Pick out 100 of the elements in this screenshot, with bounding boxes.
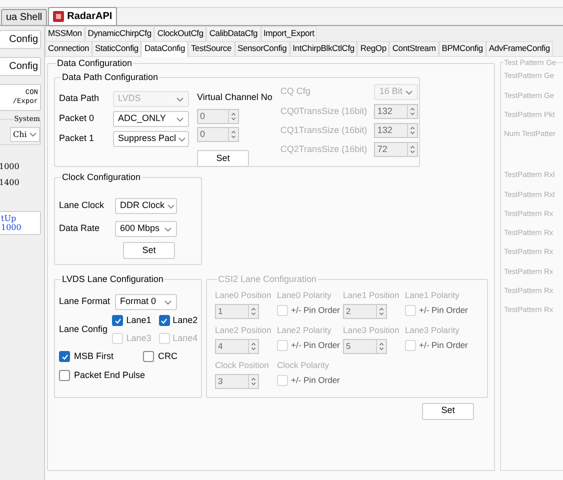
field-label: Lane Config [59, 322, 109, 336]
spin-box[interactable]: 0 [197, 127, 239, 142]
app-logo-icon [53, 11, 64, 22]
spin-arrows-icon [248, 305, 258, 318]
sidebar-button[interactable]: tUp 1000 [0, 211, 41, 235]
tab[interactable]: DynamicChirpCfg [84, 26, 154, 41]
field-label: CQ2TransSize (16bit) [280, 142, 368, 156]
field-label: Lane3 Polarity [405, 325, 460, 336]
tab[interactable]: Connection [45, 41, 92, 56]
checkbox[interactable] [59, 351, 70, 362]
group-title: Clock Configuration [61, 170, 142, 184]
chevron-down-icon [166, 204, 175, 208]
checkbox-label: Lane2 [172, 314, 198, 327]
document-tab[interactable]: RadarAPI [48, 7, 118, 25]
tab[interactable]: SensorConfig [234, 41, 290, 56]
chevron-down-icon [176, 96, 184, 102]
field-label: Packet 1 [59, 132, 96, 146]
dropdown[interactable]: Suppress Pacl [113, 131, 189, 147]
group-title: Data Configuration [56, 57, 134, 70]
spin-arrows-icon [228, 128, 238, 141]
spin-arrows-icon [248, 375, 258, 388]
field-label: Clock Position [215, 360, 270, 371]
checkbox-label: +/- Pin Order [419, 304, 468, 317]
tab[interactable]: StaticConfig [92, 41, 142, 56]
spin-arrows-icon [407, 105, 418, 118]
checkbox-label: +/- Pin Order [291, 374, 340, 387]
chevron-down-icon [178, 136, 186, 142]
field-label: CQ1TransSize (16bit) [280, 124, 368, 137]
dropdown[interactable]: DDR Clock [115, 198, 177, 214]
chevron-down-icon [29, 132, 37, 137]
spin-arrows-icon [376, 305, 386, 318]
checkbox[interactable] [59, 370, 70, 381]
spin-box[interactable]: 4 [215, 339, 259, 354]
sidebar-text: 1400 [0, 177, 20, 189]
tab[interactable]: CalibDataCfg [206, 26, 261, 41]
spin-box[interactable]: 5 [343, 339, 387, 354]
checkbox-label: Lane1 [126, 314, 152, 327]
spin-arrows-icon [248, 340, 258, 353]
checkbox[interactable] [112, 315, 124, 326]
dropdown[interactable]: 600 Mbps [115, 221, 177, 237]
spin-arrows-icon [407, 143, 418, 156]
dropdown[interactable]: ADC_ONLY [113, 111, 189, 127]
checkbox-label: +/- Pin Order [291, 339, 340, 352]
spin-box[interactable]: 72 [374, 142, 418, 157]
group-title: LVDS Lane Configuration [61, 272, 164, 286]
sidebar-button[interactable]: Config [0, 30, 41, 49]
spin-arrows-icon [376, 340, 386, 353]
tab[interactable]: Import_Export [260, 26, 318, 41]
field-label: Lane Format [59, 295, 112, 308]
field-label: Lane0 Position [215, 290, 272, 301]
field-label: Data Path [59, 92, 100, 106]
checkbox-label: CRC [158, 350, 178, 363]
checkbox-label: Lane3 [126, 332, 152, 344]
field-label: Data Rate [59, 222, 101, 236]
field-label: Lane1 Polarity [405, 290, 460, 301]
group-title: CSI2 Lane Configuration [217, 272, 318, 286]
spin-arrows-icon [407, 124, 418, 137]
tab[interactable]: AdvFrameConfig [486, 41, 553, 56]
spin-box[interactable]: 2 [343, 304, 387, 319]
chevron-down-icon [164, 226, 172, 232]
tab[interactable]: ClockOutCfg [154, 26, 206, 41]
checkbox-label: +/- Pin Order [291, 304, 340, 317]
spin-box[interactable]: 1 [215, 304, 259, 319]
checkbox[interactable] [158, 315, 170, 326]
tab[interactable]: RegOp [357, 41, 390, 56]
spin-box[interactable]: 0 [197, 109, 239, 124]
group-title: Data Path Configuration [61, 70, 160, 84]
sidebar-text: 1000 [0, 161, 20, 173]
spin-box[interactable]: 3 [215, 374, 259, 389]
spin-arrows-icon [228, 110, 238, 123]
field-label: Lane1 Position [343, 290, 400, 301]
set-button[interactable]: Set [197, 150, 249, 167]
field-label: Lane2 Position [215, 325, 272, 336]
spin-box[interactable]: 132 [374, 104, 418, 119]
chevron-down-icon [164, 300, 172, 304]
tab[interactable]: MSSMon [45, 26, 85, 41]
dropdown[interactable]: Format 0 [115, 294, 177, 310]
field-label: Lane Clock [59, 199, 106, 212]
checkbox-label: Lane4 [172, 332, 198, 344]
tab[interactable]: TestSource [188, 41, 235, 56]
set-button[interactable]: Set [422, 402, 474, 420]
checkbox[interactable] [143, 351, 154, 362]
field-label: Clock Polarity [277, 360, 330, 371]
field-label: Lane0 Polarity [277, 290, 332, 301]
tab[interactable]: BPMConfig [438, 41, 486, 56]
spin-box[interactable]: 132 [374, 123, 418, 138]
chevron-down-icon [176, 116, 184, 122]
field-label: Lane2 Polarity [277, 325, 332, 336]
checkbox-label: +/- Pin Order [419, 339, 468, 352]
chevron-down-icon [405, 90, 414, 94]
dropdown[interactable]: Chi [10, 127, 40, 142]
field-label: CQ0TransSize (16bit) [280, 104, 368, 118]
tab[interactable]: DataConfig [141, 41, 188, 57]
set-button[interactable]: Set [123, 242, 175, 259]
field-label: Lane3 Position [343, 325, 400, 336]
tab[interactable]: ContStream [389, 41, 439, 56]
tab[interactable]: IntChirpBlkCtlCfg [290, 41, 358, 56]
document-tab[interactable]: ua Shell [1, 9, 48, 25]
sidebar-button[interactable]: Config [0, 57, 41, 76]
field-label: Packet 0 [59, 112, 96, 126]
